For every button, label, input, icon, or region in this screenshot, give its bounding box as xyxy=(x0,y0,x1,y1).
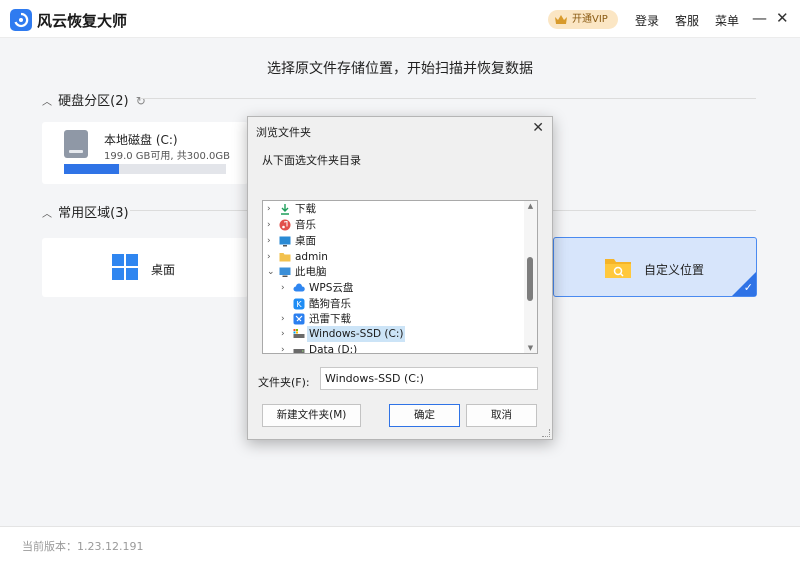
download-icon xyxy=(281,204,289,215)
chevron-up-icon: ︿ xyxy=(42,97,52,108)
disk-name: 本地磁盘 (C:) xyxy=(104,133,178,147)
browse-folder-dialog: 浏览文件夹 ✕ 从下面选文件夹目录 › 下载 › 音乐 › 桌面 › admin ⌄ 此电脑 › WP… xyxy=(247,116,553,440)
tree-item[interactable]: › Windows-SSD (C:) xyxy=(263,326,525,342)
chevron-up-icon: ︿ xyxy=(42,209,52,220)
ok-button[interactable]: 确定 xyxy=(389,404,460,427)
disk-usage-fill xyxy=(64,164,119,174)
collapsed-chevron-icon[interactable]: › xyxy=(281,311,285,327)
desktop-card[interactable]: 桌面 xyxy=(42,238,248,297)
tree-item-label: WPS云盘 xyxy=(309,282,354,294)
cancel-button[interactable]: 取消 xyxy=(466,404,537,427)
tree-item-label: 迅雷下载 xyxy=(309,313,351,325)
common-heading: 常用区域(3) xyxy=(58,206,129,221)
close-window-button[interactable]: ✕ xyxy=(776,9,789,27)
app-logo-icon xyxy=(10,9,32,31)
pc-icon xyxy=(279,267,291,277)
tree-item-label: 酷狗音乐 xyxy=(309,298,351,310)
folder-tree[interactable]: › 下载 › 音乐 › 桌面 › admin ⌄ 此电脑 › WPS云盘 K 酷狗音乐 › 迅雷下载 › Wind… xyxy=(262,200,538,354)
folder-field-label: 文件夹(F): xyxy=(258,376,310,389)
collapsed-chevron-icon[interactable]: › xyxy=(267,233,271,249)
version-text: 当前版本：1.23.12.191 xyxy=(22,540,144,553)
instruction-text: 选择原文件存储位置，开始扫描并恢复数据 xyxy=(267,61,533,77)
tree-item[interactable]: › 桌面 xyxy=(263,233,525,249)
title-bar: 风云恢复大师 开通VIP 登录 客服 菜单 — ✕ xyxy=(0,0,800,38)
xunlei-icon xyxy=(293,313,305,325)
custom-location-label: 自定义位置 xyxy=(644,263,705,277)
music-icon xyxy=(279,219,291,231)
folder-path-input[interactable] xyxy=(320,367,538,390)
tree-item[interactable]: › WPS云盘 xyxy=(263,280,525,296)
collapsed-chevron-icon[interactable]: › xyxy=(267,201,271,217)
tree-item-label: admin xyxy=(295,251,328,263)
drive-d-icon xyxy=(293,349,305,353)
hard-disk-icon xyxy=(64,130,88,158)
tree-item-label: 此电脑 xyxy=(295,266,327,278)
service-link[interactable]: 客服 xyxy=(675,12,699,29)
folder-search-icon xyxy=(605,259,631,278)
tree-item-label: Windows-SSD (C:) xyxy=(307,326,406,342)
checkmark-icon: ✓ xyxy=(743,281,753,294)
desktop-icon xyxy=(279,236,291,247)
collapsed-chevron-icon[interactable]: › xyxy=(281,342,285,353)
app-title: 风云恢复大师 xyxy=(37,12,128,30)
tree-item[interactable]: › 音乐 xyxy=(263,217,525,233)
tree-item-label: 音乐 xyxy=(295,219,316,231)
drive-c-icon xyxy=(293,329,305,338)
tree-item-label: 桌面 xyxy=(295,235,316,247)
divider xyxy=(140,98,756,99)
tree-item[interactable]: › 迅雷下载 xyxy=(263,311,525,327)
svg-text:K: K xyxy=(296,300,302,309)
refresh-icon[interactable]: ↻ xyxy=(136,94,146,108)
tree-item[interactable]: › Data (D:) xyxy=(263,342,525,354)
custom-location-card[interactable]: 自定义位置 ✓ xyxy=(553,237,757,297)
collapsed-chevron-icon[interactable]: › xyxy=(281,280,285,296)
disk-size: 199.0 GB可用, 共300.0GB xyxy=(104,151,231,162)
disk-card-c[interactable]: 本地磁盘 (C:) 199.0 GB可用, 共300.0GB xyxy=(42,122,248,184)
collapsed-chevron-icon[interactable]: › xyxy=(267,249,271,265)
scroll-down-icon[interactable]: ▼ xyxy=(524,344,537,352)
tree-item[interactable]: ⌄ 此电脑 xyxy=(263,264,525,280)
dialog-description: 从下面选文件夹目录 xyxy=(262,154,361,167)
vip-label: 开通VIP xyxy=(572,14,608,25)
cloud-icon xyxy=(293,283,305,292)
menu-link[interactable]: 菜单 xyxy=(715,12,739,29)
login-link[interactable]: 登录 xyxy=(635,12,659,29)
resize-grip-icon[interactable] xyxy=(542,429,550,437)
tree-item-label: Data (D:) xyxy=(309,344,358,354)
common-header[interactable]: ︿ 常用区域(3) xyxy=(42,202,129,221)
folder-icon xyxy=(279,253,291,262)
tree-scrollbar[interactable]: ▲ ▼ xyxy=(524,201,537,353)
vip-button[interactable]: 开通VIP xyxy=(548,10,618,29)
disk-usage-bar xyxy=(64,164,226,174)
kugou-icon: K xyxy=(293,298,305,310)
scroll-up-icon[interactable]: ▲ xyxy=(524,202,537,210)
collapsed-chevron-icon[interactable]: › xyxy=(281,326,285,342)
footer: 当前版本：1.23.12.191 xyxy=(0,526,800,562)
crown-icon xyxy=(555,15,567,24)
dialog-close-button[interactable]: ✕ xyxy=(532,120,544,136)
minimize-button[interactable]: — xyxy=(752,9,767,27)
tree-item-label: 下载 xyxy=(295,203,316,215)
windows-logo-icon xyxy=(112,254,138,280)
partitions-header[interactable]: ︿ 硬盘分区(2) ↻ xyxy=(42,90,146,109)
tree-item[interactable]: K 酷狗音乐 xyxy=(263,296,525,312)
partitions-heading: 硬盘分区(2) xyxy=(58,94,129,109)
expanded-chevron-icon[interactable]: ⌄ xyxy=(267,264,275,280)
desktop-label: 桌面 xyxy=(151,263,176,277)
tree-item[interactable]: › admin xyxy=(263,249,525,265)
tree-item[interactable]: › 下载 xyxy=(263,201,525,217)
new-folder-button[interactable]: 新建文件夹(M) xyxy=(262,404,361,427)
dialog-title: 浏览文件夹 xyxy=(256,126,311,139)
scroll-thumb[interactable] xyxy=(527,257,533,301)
collapsed-chevron-icon[interactable]: › xyxy=(267,217,271,233)
